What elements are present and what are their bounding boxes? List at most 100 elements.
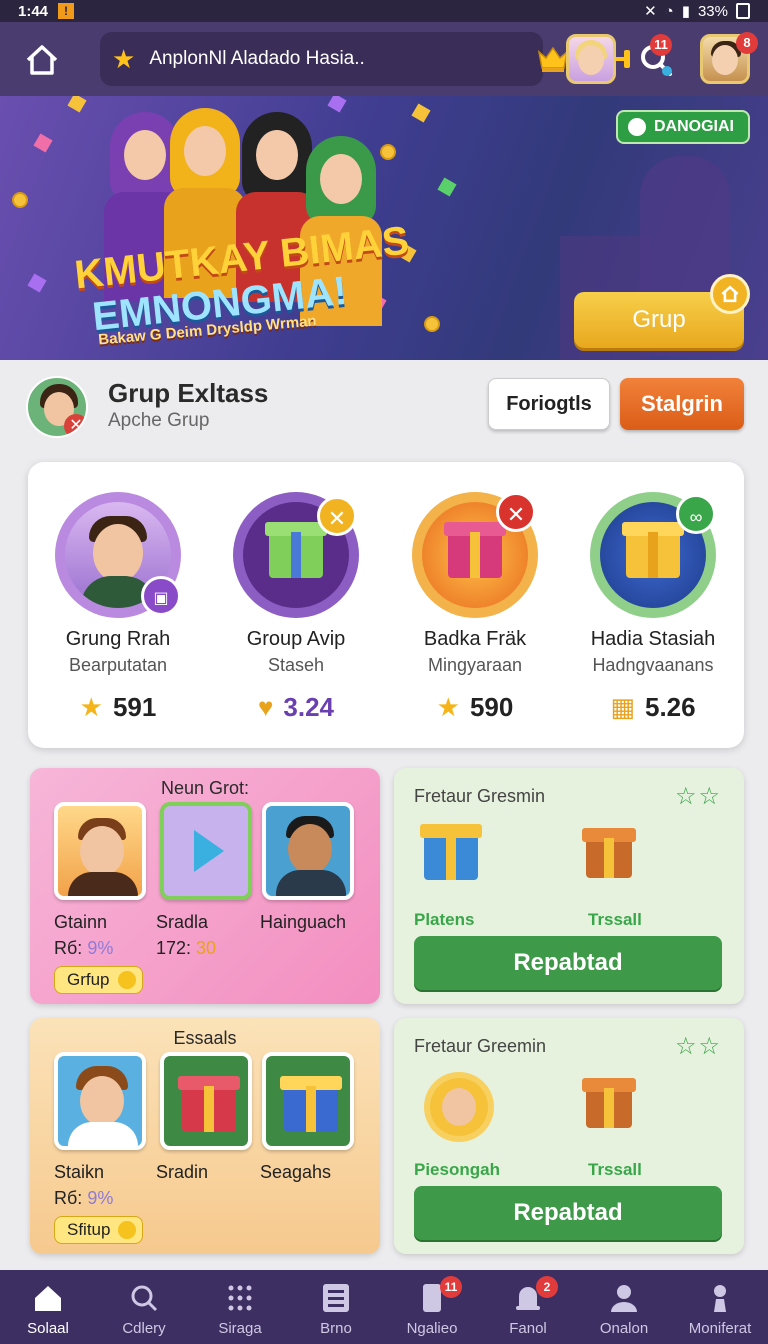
featured-name: Badka Fräk — [423, 628, 527, 650]
search-badge: 11 — [650, 34, 672, 56]
smile-icon — [117, 971, 136, 989]
stars-icon: ☆☆ — [674, 1033, 722, 1060]
status-time: 1:44 — [18, 2, 49, 20]
nav-label: Cdlery — [122, 1320, 166, 1337]
wifi-icon: ◔ — [664, 2, 674, 20]
nav-item-person[interactable]: Onalon — [576, 1270, 672, 1344]
stars-icon: ☆☆ — [674, 783, 722, 810]
reward-card[interactable]: Fretaur Greemin ☆☆ Piesongah Trssall Rep… — [394, 1018, 744, 1254]
featured-ring: ▣ — [55, 492, 181, 618]
link-icon[interactable]: ∞ — [676, 494, 716, 534]
battery-icon — [736, 3, 750, 19]
tile-label: Hainguach — [260, 912, 347, 932]
notification-icon: ! — [58, 3, 75, 19]
confetti — [437, 177, 457, 197]
tile-gift[interactable] — [262, 1052, 354, 1150]
signal-icon: ▮ — [681, 3, 690, 20]
title-bar[interactable]: ★ AnplonNl Aladado Hasia.. — [100, 32, 630, 86]
promo-banner[interactable]: KMUTKAY BIMAS EMNONGMA! Bakaw G Deim Dry… — [0, 96, 768, 360]
reward-card[interactable]: Fretaur Gresmin ☆☆ Platens Trssall Repab… — [394, 768, 744, 1004]
coin — [12, 192, 28, 208]
group-card-pink[interactable]: Neun Grot: Gtainn Sradla Hainguach Rб: 9… — [30, 768, 380, 1004]
card-chip[interactable]: Sfitup — [54, 1216, 144, 1244]
crown-icon[interactable] — [536, 44, 570, 74]
nav-item-bell[interactable]: 2 Fanol — [480, 1270, 576, 1344]
reward-left-label: Piesongah — [414, 1160, 500, 1179]
nav-item-grid[interactable]: Siraga — [192, 1270, 288, 1344]
bottom-nav: Solaal Cdlery Siraga Brno 11 Ngalieo 2 F… — [0, 1270, 768, 1344]
reward-right-label: Trssall — [588, 910, 642, 929]
home-icon[interactable] — [22, 40, 62, 80]
user-avatar[interactable] — [566, 34, 616, 84]
close-icon[interactable]: ✕ — [317, 496, 357, 536]
nav-item-home[interactable]: Solaal — [0, 1270, 96, 1344]
reward-button[interactable]: Repabtad — [414, 936, 722, 990]
tile-person[interactable] — [54, 802, 146, 900]
nav-label: Fanol — [509, 1320, 547, 1337]
reward-right-label: Trssall — [588, 1160, 642, 1179]
featured-stat: ▦ 5.26 — [568, 692, 738, 723]
gift-icon — [582, 828, 636, 878]
featured-sub: Hadngvaanans — [592, 655, 714, 675]
nav-label: Solaal — [27, 1320, 69, 1337]
reward-card-title: Fretaur Gresmin — [414, 786, 546, 806]
tile-label: Sradla — [156, 912, 209, 932]
featured-sub: Bearputatan — [68, 655, 168, 675]
nav-item-profile[interactable]: Moniferat — [672, 1270, 768, 1344]
card-header: Neun Grot: — [160, 778, 250, 798]
avatar-face — [578, 45, 604, 75]
secondary-button[interactable]: Foriogtls — [488, 378, 610, 430]
reward-left-label: Platens — [414, 910, 475, 929]
star-icon: ★ — [112, 43, 136, 74]
tile-person[interactable] — [54, 1052, 146, 1150]
coin — [380, 144, 396, 160]
group-avatar-badge-icon: ✕ — [64, 414, 86, 436]
featured-value: 591 — [112, 692, 157, 722]
confetti — [411, 103, 431, 123]
nav-item-phone[interactable]: 11 Ngalieo — [384, 1270, 480, 1344]
featured-value: 5.26 — [644, 692, 696, 722]
banner-pill[interactable]: DANOGIAI — [616, 110, 750, 144]
nav-item-list[interactable]: Brno — [288, 1270, 384, 1344]
status-bar: 1:44 ! ✕ ◔ ▮ 33% — [0, 0, 768, 22]
status-icons: ✕ ◔ ▮ 33% — [644, 2, 750, 20]
tile-label: Gtainn — [54, 912, 108, 932]
reward-button[interactable]: Repabtad — [414, 1186, 722, 1240]
nav-badge: 2 — [536, 1276, 558, 1298]
featured-item[interactable]: ▣ Grung Rrah Bearputatan ★ 591 — [33, 492, 203, 723]
nav-label: Ngalieo — [406, 1320, 458, 1337]
primary-button[interactable]: Stalgrin — [620, 378, 744, 430]
featured-item[interactable]: ✕ Badka Fräk Mingyaraan ★ 590 — [390, 492, 560, 723]
chat-icon: ▣ — [141, 576, 181, 616]
group-card-peach[interactable]: Essaals Staikn Sradin Seagahs Rб: 9% Sfi… — [30, 1018, 380, 1254]
group-avatar[interactable]: ✕ — [26, 376, 88, 438]
top-bar: ★ AnplonNl Aladado Hasia.. 11 8 — [0, 22, 768, 96]
tile-label: Seagahs — [260, 1162, 332, 1182]
person-icon — [611, 1285, 637, 1312]
nav-label: Siraga — [218, 1320, 262, 1337]
tile-video[interactable] — [160, 802, 252, 900]
featured-card: ▣ Grung Rrah Bearputatan ★ 591 ✕ Group A… — [28, 462, 744, 748]
close-icon[interactable]: ✕ — [496, 492, 536, 532]
nav-label: Onalon — [599, 1320, 649, 1337]
featured-stat: ★ 591 — [33, 692, 203, 723]
group-title: Grup Exltass — [108, 378, 269, 408]
heart-icon: ♥ — [257, 692, 274, 722]
card-chip[interactable]: Grfup — [54, 966, 143, 994]
tile-person[interactable] — [262, 802, 354, 900]
featured-ring: ∞ — [590, 492, 716, 618]
search-icon — [131, 1285, 158, 1312]
featured-item[interactable]: ✕ Group Avip Staseh ♥ 3.24 — [211, 492, 381, 723]
app-title: AnplonNl Aladado Hasia.. — [149, 48, 365, 69]
mute-icon: ✕ — [644, 3, 657, 20]
tile-gift[interactable] — [160, 1052, 252, 1150]
nav-label: Brno — [320, 1320, 352, 1337]
featured-item[interactable]: ∞ Hadia Stasiah Hadngvaanans ▦ 5.26 — [568, 492, 738, 723]
grid-icon — [228, 1285, 252, 1311]
nav-item-search[interactable]: Cdlery — [96, 1270, 192, 1344]
featured-value: 3.24 — [283, 692, 335, 722]
card-header: Essaals — [173, 1028, 237, 1048]
confetti — [67, 96, 87, 113]
featured-value: 590 — [469, 692, 514, 722]
profile-icon — [714, 1285, 726, 1312]
